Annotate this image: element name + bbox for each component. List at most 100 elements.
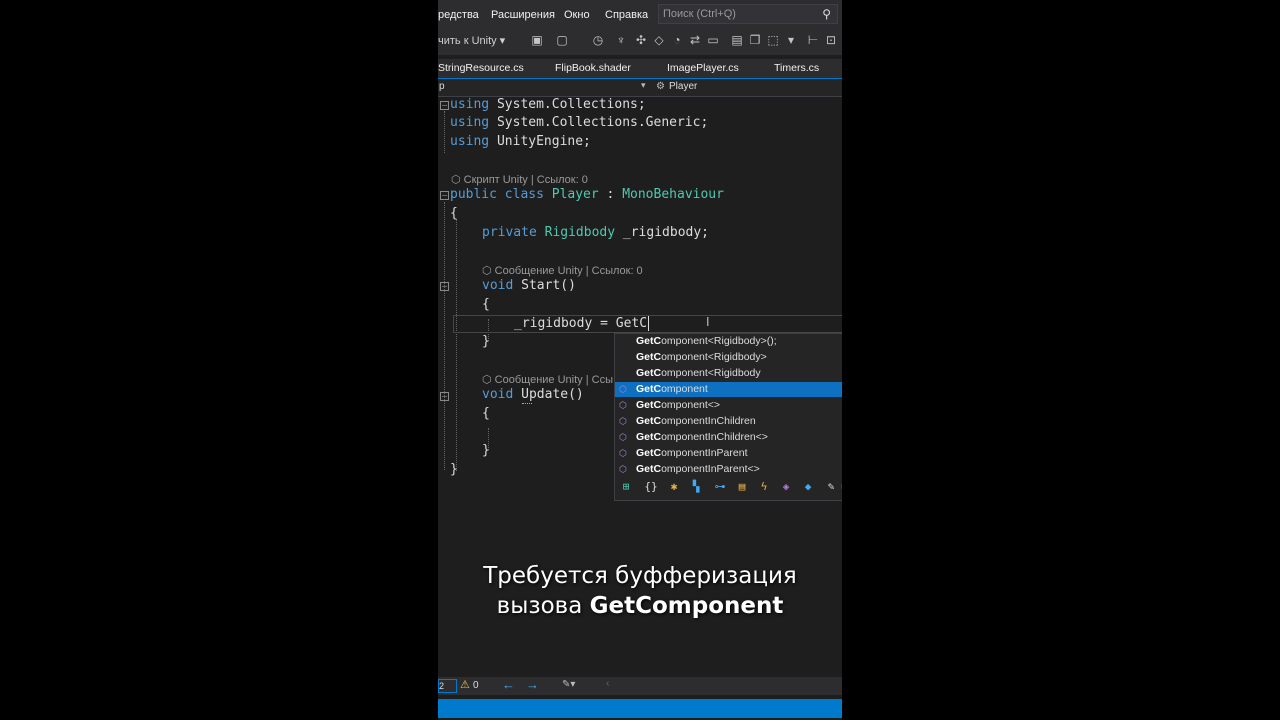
menu-tools[interactable]: редства (438, 9, 479, 21)
interface-icon[interactable]: ◆ (801, 480, 815, 493)
caption-line-2: вызова GetComponent (496, 593, 784, 619)
code-editor[interactable]: − − − − using System.Collections; using … (438, 97, 842, 677)
menu-help[interactable]: Справка (605, 9, 648, 21)
layout-icon[interactable]: ▭ (706, 33, 720, 47)
search-icon: ⚲ (822, 7, 831, 21)
menu-extensions[interactable]: Расширения (491, 9, 555, 21)
completion-filter-bar: ⊞ {} ✱ ▚ ⊶ ▤ ϟ ◈ ◆ ✎ ⬡ (615, 476, 842, 500)
ibeam-cursor-icon: I (706, 315, 710, 329)
screenshot-icon[interactable]: ▢ (555, 33, 569, 47)
snippet-icon[interactable]: ⊞ (619, 480, 633, 493)
codelens-update[interactable]: ⬡ Сообщение Unity | Ссы (482, 373, 613, 386)
class-dropdown[interactable]: Player (669, 81, 697, 92)
method-icon: ⬡ (619, 432, 627, 442)
panel-icon[interactable]: ⊡ (824, 33, 838, 47)
status-bar (438, 699, 842, 718)
attach-to-unity-button[interactable]: чить к Unity ▾ (438, 34, 505, 47)
fold-guide (444, 202, 445, 470)
code-line-current: _rigidbody = GetC (514, 316, 648, 331)
code-line: void Update() (482, 387, 584, 402)
code-line: { (482, 297, 490, 312)
code-line: private Rigidbody _rigidbody; (482, 225, 709, 240)
unity-icon: ⬡ (482, 374, 495, 386)
back-arrow-icon[interactable]: ← (502, 677, 515, 692)
event-icon[interactable]: ϟ (757, 480, 771, 493)
menu-window[interactable]: Окно (564, 9, 590, 21)
collapse-icon[interactable]: − (440, 101, 449, 110)
brush-icon[interactable]: ✎▾ (562, 679, 575, 690)
collapse-icon[interactable]: − (440, 282, 449, 291)
tab-flipbook-shader[interactable]: FlipBook.shader (555, 62, 631, 74)
sync-icon[interactable]: ⇄ (688, 33, 702, 47)
enum-icon[interactable]: ▤ (735, 480, 749, 493)
copy-icon[interactable]: ❐ (748, 33, 762, 47)
extension-icon[interactable]: ◈ (779, 480, 793, 493)
code-line: } (482, 334, 490, 349)
code-line: } (482, 443, 490, 458)
wrench-icon[interactable]: ✎ (824, 480, 838, 493)
completion-item-selected[interactable]: ⬡ GetComponent (615, 382, 842, 397)
delegate-icon[interactable]: ⊶ (713, 480, 727, 493)
menu-bar: редства Расширения Окно Справка Поиск (C… (438, 0, 842, 29)
search-box[interactable]: Поиск (Ctrl+Q) ⚲ (658, 4, 838, 24)
search-placeholder: Поиск (Ctrl+Q) (663, 8, 736, 20)
windows-icon[interactable]: ▤ (730, 33, 744, 47)
forward-arrow-icon[interactable]: → (526, 677, 539, 692)
struct-icon[interactable]: ▚ (689, 480, 703, 493)
codelens-start[interactable]: ⬡ Сообщение Unity | Ссылок: 0 (482, 264, 643, 277)
editor-status-bar: 2 ⚠ 0 ← → ✎▾ ‹ (438, 677, 842, 695)
hierarchy-icon[interactable]: ♆ (614, 33, 628, 47)
history-icon[interactable]: ◔ (670, 33, 684, 47)
open-folder-icon[interactable]: ▣ (530, 33, 544, 47)
codelens-class[interactable]: ⬡ Скрипт Unity | Ссылок: 0 (451, 173, 588, 186)
dropdown-icon[interactable]: ▾ (784, 33, 798, 47)
scroll-left-icon[interactable]: ‹ (606, 678, 609, 689)
tab-timers[interactable]: Timers.cs (774, 62, 819, 74)
namespace-icon[interactable]: {} (644, 480, 658, 493)
class-icon[interactable]: ✱ (667, 480, 681, 493)
completion-item[interactable]: ⬡ GetComponentInParent<> (615, 462, 842, 477)
unity-icon: ⬡ (451, 174, 464, 186)
completion-item[interactable]: GetComponent<Rigidbody>(); (615, 334, 842, 349)
code-line: { (482, 406, 490, 421)
tab-stringresource[interactable]: StringResource.cs (438, 62, 524, 74)
code-line: void Start() (482, 278, 576, 293)
fold-guide (444, 111, 445, 153)
document-tabs: StringResource.cs FlipBook.shader ImageP… (438, 59, 842, 80)
caption-line-1: Требуется буфферизация (483, 563, 797, 589)
chevron-down-icon[interactable]: ▾ (641, 80, 646, 91)
select-icon[interactable]: ⬚ (766, 33, 780, 47)
unity-icon: ⬡ (482, 265, 495, 277)
method-icon: ⬡ (619, 400, 627, 410)
collapse-icon[interactable]: − (440, 392, 449, 401)
completion-item[interactable]: ⬡ GetComponentInChildren (615, 414, 842, 429)
method-icon: ⬡ (619, 416, 627, 426)
toolbar: чить к Unity ▾ ▣ ▢ ◷ ♆ ✣ ◇ ◔ ⇄ ▭ ▤ ❐ ⬚ ▾… (438, 29, 842, 55)
completion-item[interactable]: GetComponent<Rigidbody> (615, 350, 842, 365)
profiler-icon[interactable]: ✣ (634, 33, 648, 47)
code-line: using UnityEngine; (450, 134, 591, 149)
completion-item[interactable]: GetComponent<Rigidbody (615, 366, 842, 381)
completion-item[interactable]: ⬡ GetComponent<> (615, 398, 842, 413)
collapse-icon[interactable]: − (440, 191, 449, 200)
code-line: using System.Collections; (450, 97, 646, 112)
project-dropdown[interactable]: p (439, 81, 445, 92)
code-line: public class Player : MonoBehaviour (450, 187, 724, 202)
text-caret (648, 316, 649, 331)
align-icon[interactable]: ⊢ (806, 33, 820, 47)
method-icon: ⬡ (619, 384, 627, 394)
clock-icon[interactable]: ◷ (591, 33, 605, 47)
intellisense-popup: GetComponent<Rigidbody>(); GetComponent<… (614, 333, 842, 501)
code-line: { (450, 206, 458, 221)
method-icon[interactable]: ⬡ (841, 480, 842, 493)
tab-imageplayer[interactable]: ImagePlayer.cs (667, 62, 739, 74)
completion-item[interactable]: ⬡ GetComponentInChildren<> (615, 430, 842, 445)
completion-item[interactable]: ⬡ GetComponentInParent (615, 446, 842, 461)
visual-studio-window: редства Расширения Окно Справка Поиск (C… (438, 0, 842, 720)
error-count[interactable]: 2 (438, 679, 457, 693)
tag-icon[interactable]: ◇ (652, 33, 666, 47)
suggestion-squiggle (522, 401, 532, 404)
warning-count[interactable]: 0 (473, 680, 479, 691)
code-line: } (450, 462, 458, 477)
method-icon: ⬡ (619, 464, 627, 474)
